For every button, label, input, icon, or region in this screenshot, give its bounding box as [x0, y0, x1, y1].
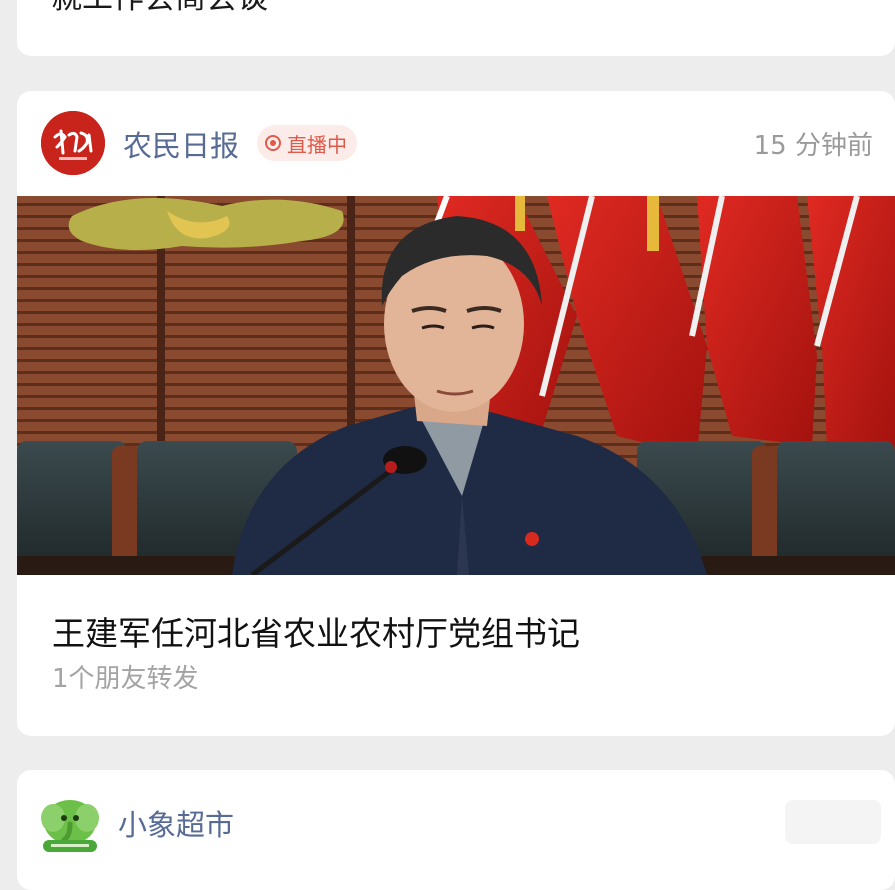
- source-name[interactable]: 农民日报: [123, 123, 239, 165]
- next-source-name[interactable]: 小象超市: [118, 802, 234, 844]
- live-badge[interactable]: 直播中: [257, 125, 357, 161]
- feed-card[interactable]: 农民日报 直播中 15 分钟前 王建军任河北省农业农村厅党组书记 1个朋友转发: [17, 91, 895, 736]
- live-badge-label: 直播中: [287, 132, 347, 157]
- article-headline[interactable]: 王建军任河北省农业农村厅党组书记: [52, 607, 580, 655]
- live-dot-icon: [265, 135, 281, 151]
- previous-feed-card[interactable]: 就工作会商会谈: [17, 0, 895, 56]
- previous-card-title: 就工作会商会谈: [51, 0, 268, 17]
- card-header: 农民日报 直播中 15 分钟前: [17, 91, 895, 196]
- cover-image[interactable]: [17, 196, 895, 575]
- more-button[interactable]: [785, 800, 881, 844]
- nongmin-ribao-logo-icon[interactable]: [41, 111, 105, 175]
- next-feed-card[interactable]: 小象超市: [17, 770, 895, 890]
- friend-share-info: 1个朋友转发: [52, 664, 199, 694]
- timestamp: 15 分钟前: [753, 131, 873, 161]
- xiaoxiang-chaoshi-logo-icon[interactable]: [39, 794, 101, 856]
